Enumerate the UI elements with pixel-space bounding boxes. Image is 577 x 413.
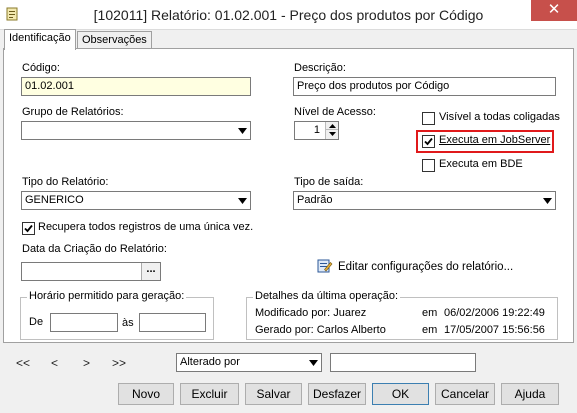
detalhes-title: Detalhes da última operação:: [253, 290, 401, 302]
title-bar: [102011] Relatório: 01.02.001 - Preço do…: [0, 0, 577, 30]
tab-label: Identificação: [9, 32, 71, 44]
bde-checkbox[interactable]: [422, 159, 435, 172]
gerado-data: 17/05/2007 15:56:56: [444, 324, 545, 336]
tab-label: Observações: [82, 34, 147, 46]
data-criacao-field[interactable]: [21, 262, 161, 281]
recupera-checkbox[interactable]: [22, 222, 35, 235]
desfazer-button[interactable]: Desfazer: [308, 383, 366, 405]
as-field[interactable]: [139, 313, 206, 332]
tipo-saida-value: Padrão: [297, 194, 333, 206]
sort-combobox[interactable]: Alterado por: [176, 353, 322, 372]
spin-down-icon[interactable]: [326, 130, 338, 138]
search-field[interactable]: [330, 353, 476, 372]
visivel-label: Visível a todas coligadas: [439, 111, 560, 123]
cancelar-button[interactable]: Cancelar: [435, 383, 495, 405]
checkmark-icon: [24, 224, 33, 233]
ellipsis-icon: ...: [146, 263, 156, 275]
modificado-por: Modificado por: Juarez: [255, 307, 367, 319]
modificado-em: em: [422, 307, 438, 319]
recupera-label: Recupera todos registros de uma única ve…: [38, 221, 254, 233]
checkmark-icon: [424, 137, 433, 146]
tipo-saida-label: Tipo de saída:: [294, 176, 364, 188]
salvar-button[interactable]: Salvar: [245, 383, 302, 405]
ok-button[interactable]: OK: [372, 383, 429, 405]
ellipsis-button[interactable]: ...: [141, 263, 160, 280]
chevron-down-icon[interactable]: [234, 192, 250, 209]
nav-last-button[interactable]: >>: [112, 356, 126, 370]
grupo-label: Grupo de Relatórios:: [22, 106, 124, 118]
window-title: [102011] Relatório: 01.02.001 - Preço do…: [93, 7, 484, 23]
tab-identificacao[interactable]: Identificação: [4, 29, 76, 50]
gerado-em: em: [422, 324, 438, 336]
novo-button[interactable]: Novo: [118, 383, 174, 405]
codigo-field[interactable]: 01.02.001: [21, 77, 251, 96]
spin-buttons[interactable]: [325, 122, 338, 139]
tipo-relatorio-combobox[interactable]: GENERICO: [21, 191, 251, 210]
nav-first-button[interactable]: <<: [16, 356, 30, 370]
nivel-label: Nível de Acesso:: [294, 106, 376, 118]
codigo-label: Código:: [22, 62, 60, 74]
data-criacao-label: Data da Criação do Relatório:: [22, 243, 167, 255]
spin-up-icon[interactable]: [326, 122, 338, 130]
nav-next-button[interactable]: >: [83, 356, 90, 370]
tipo-relatorio-value: GENERICO: [25, 194, 84, 206]
gerado-por: Gerado por: Carlos Alberto: [255, 324, 386, 336]
close-button[interactable]: ✕: [531, 0, 577, 21]
grupo-combobox[interactable]: [21, 121, 251, 140]
chevron-down-icon[interactable]: [305, 354, 321, 371]
as-label: às: [122, 317, 134, 329]
modificado-data: 06/02/2006 19:22:49: [444, 307, 545, 319]
jobserver-label: Executa em JobServer: [439, 134, 551, 146]
descricao-label: Descrição:: [294, 62, 346, 74]
excluir-button[interactable]: Excluir: [180, 383, 239, 405]
jobserver-checkbox[interactable]: [422, 135, 435, 148]
nav-prev-button[interactable]: <: [51, 356, 58, 370]
visivel-checkbox[interactable]: [422, 112, 435, 125]
descricao-field[interactable]: Preço dos produtos por Código: [293, 77, 556, 96]
editar-config-link[interactable]: Editar configurações do relatório...: [338, 261, 513, 273]
config-edit-icon[interactable]: [317, 258, 333, 274]
nivel-value: 1: [313, 124, 320, 136]
horario-title: Horário permitido para geração:: [27, 290, 187, 302]
chevron-down-icon[interactable]: [539, 192, 555, 209]
de-label: De: [29, 316, 44, 328]
bde-label: Executa em BDE: [439, 158, 523, 170]
chevron-down-icon[interactable]: [234, 122, 250, 139]
ajuda-button[interactable]: Ajuda: [501, 383, 559, 405]
close-icon: ✕: [547, 1, 561, 18]
sort-value: Alterado por: [180, 356, 240, 368]
de-field[interactable]: [50, 313, 118, 332]
tipo-saida-combobox[interactable]: Padrão: [293, 191, 556, 210]
tipo-relatorio-label: Tipo do Relatório:: [22, 176, 109, 188]
